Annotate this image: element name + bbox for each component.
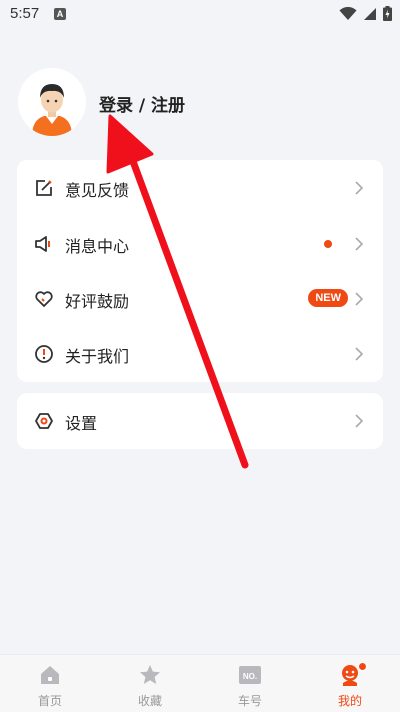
menu-label: 设置 <box>65 414 98 433</box>
bottom-tab-bar: 首页 收藏 NO. 车号 我的 <box>0 654 400 712</box>
menu-label: 消息中心 <box>65 237 130 256</box>
menu-item-feedback[interactable]: 意见反馈 <box>17 160 383 216</box>
status-bar: 5:57 A <box>0 0 400 28</box>
info-alert-icon <box>35 345 53 363</box>
chevron-right-icon <box>355 181 363 195</box>
chevron-right-icon <box>355 292 363 306</box>
speaker-icon <box>35 236 50 252</box>
user-avatar-icon[interactable] <box>18 68 86 136</box>
unread-dot <box>324 240 332 248</box>
tab-label: 收藏 <box>137 694 162 708</box>
home-icon <box>41 666 59 684</box>
menu-label: 意见反馈 <box>65 181 130 200</box>
new-badge: NEW <box>308 289 348 307</box>
tab-label: 车号 <box>237 694 262 708</box>
plate-number-icon: NO. <box>239 666 261 684</box>
feedback-edit-icon <box>36 180 52 196</box>
menu-label: 好评鼓励 <box>65 292 130 311</box>
status-time: 5:57 <box>10 5 40 22</box>
menu-item-rate-us[interactable]: 好评鼓励 NEW <box>17 271 383 327</box>
tab-plate-number[interactable]: NO. 车号 <box>200 655 300 712</box>
tab-label: 我的 <box>337 694 362 708</box>
star-icon <box>140 665 160 684</box>
plate-icon-text: NO. <box>243 672 257 681</box>
menu-item-about-us[interactable]: 关于我们 <box>17 326 383 382</box>
menu-label: 关于我们 <box>65 347 130 366</box>
tab-label: 首页 <box>37 694 62 708</box>
settings-card: 设置 <box>17 393 383 449</box>
login-register-link[interactable]: 登录 / 注册 <box>99 91 185 116</box>
a-notification-icon: A <box>54 8 66 20</box>
wifi-icon <box>339 6 357 20</box>
menu-item-settings[interactable]: 设置 <box>17 393 383 449</box>
settings-hex-icon <box>35 413 53 429</box>
battery-charging-icon <box>383 6 392 21</box>
tab-mine[interactable]: 我的 <box>300 655 400 712</box>
heart-icon <box>35 291 53 307</box>
status-icons <box>339 6 392 21</box>
menu-item-message-center[interactable]: 消息中心 <box>17 216 383 272</box>
chevron-right-icon <box>355 237 363 251</box>
signal-icon <box>364 7 376 20</box>
tab-favorites[interactable]: 收藏 <box>100 655 200 712</box>
chevron-right-icon <box>355 414 363 428</box>
chevron-right-icon <box>355 347 363 361</box>
menu-card: 意见反馈 消息中心 好评鼓励 NEW 关于我们 <box>17 160 383 382</box>
tab-home[interactable]: 首页 <box>0 655 100 712</box>
notification-dot <box>358 662 367 671</box>
